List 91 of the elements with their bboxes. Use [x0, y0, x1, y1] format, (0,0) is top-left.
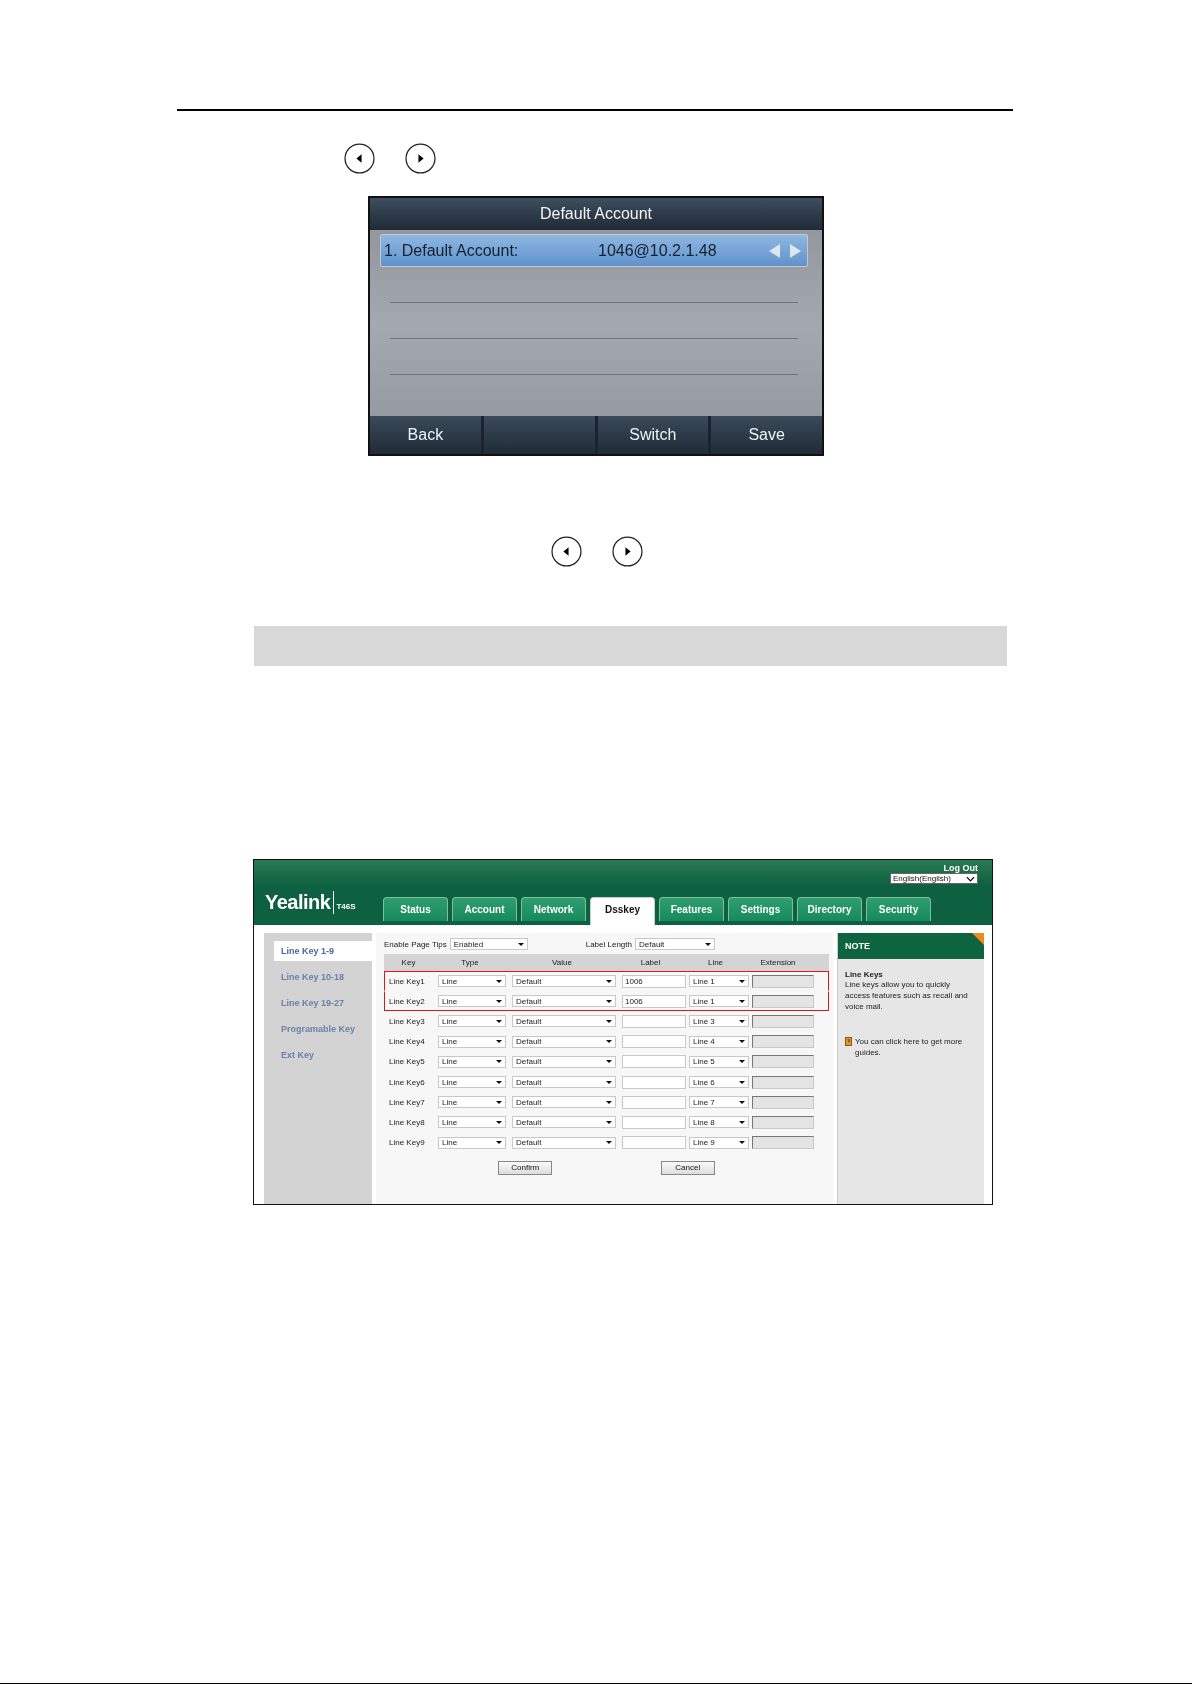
value-select[interactable]: Default — [512, 1116, 616, 1129]
extension-field[interactable] — [752, 1055, 814, 1069]
note-heading: Line Keys — [844, 969, 884, 979]
table-cell-text: Line Key7 — [388, 1097, 426, 1107]
page-tips-select[interactable]: Enabled — [449, 938, 528, 950]
line-select[interactable]: Line 7 — [689, 1096, 749, 1109]
type-select[interactable]: Line — [438, 1035, 506, 1048]
label-field[interactable] — [622, 1115, 686, 1129]
type-select[interactable]: Line — [438, 975, 506, 988]
column-header: Line — [706, 958, 725, 967]
extension-field[interactable] — [752, 974, 814, 988]
nav-tab[interactable]: Security — [866, 897, 931, 921]
softkey[interactable]: Back — [370, 416, 481, 454]
extension-field[interactable] — [752, 1136, 814, 1150]
label-field[interactable]: 1006 — [622, 994, 686, 1008]
line-select[interactable]: Line 6 — [689, 1076, 749, 1089]
note-text: Line keys allow you to quickly access features such as recall and voice mail. — [844, 979, 969, 1012]
nav-tab[interactable]: Status — [383, 897, 448, 921]
label-field[interactable] — [622, 1035, 686, 1049]
extension-field[interactable] — [752, 1014, 814, 1028]
table-cell-text: Line Key8 — [388, 1117, 426, 1127]
nav-tab[interactable]: Directory — [797, 897, 862, 921]
label-field[interactable] — [622, 1075, 686, 1089]
line-select[interactable]: Line 9 — [689, 1136, 749, 1149]
logo: Yealink — [265, 891, 335, 914]
extension-field[interactable] — [752, 1075, 814, 1089]
field-label: Enable Page Tips — [384, 939, 447, 949]
form-button[interactable]: Confirm — [498, 1160, 553, 1175]
type-select[interactable]: Line — [438, 1096, 506, 1109]
label-length-select[interactable]: Default — [635, 938, 715, 950]
note-title: NOTE — [845, 941, 870, 951]
table-cell-text: Line Key4 — [388, 1037, 426, 1047]
table-cell-text: Line Key5 — [388, 1057, 426, 1067]
screen-title: Default Account — [370, 198, 822, 230]
logout-link[interactable]: Log Out — [943, 863, 978, 873]
value-select[interactable]: Default — [512, 1015, 616, 1028]
column-header: Key — [400, 958, 417, 967]
softkey[interactable]: Save — [711, 416, 822, 454]
form-button[interactable]: Cancel — [660, 1160, 715, 1175]
guide-link[interactable]: You can click here to get more guides. — [855, 1036, 975, 1058]
nav-tab[interactable]: Settings — [728, 897, 793, 921]
value-select[interactable]: Default — [512, 1096, 616, 1109]
extension-field[interactable] — [752, 1035, 814, 1049]
line-select[interactable]: Line 5 — [689, 1055, 749, 1068]
chevron-icon — [966, 875, 975, 882]
sidebar-item[interactable]: Line Key 1-9 — [274, 941, 372, 961]
value-select[interactable]: Default — [512, 1055, 616, 1068]
extension-field[interactable] — [752, 1095, 814, 1109]
value-select[interactable]: Default — [512, 1076, 616, 1089]
value-select[interactable]: Default — [512, 1136, 616, 1149]
line-select[interactable]: Line 1 — [689, 975, 749, 988]
nav-tab[interactable]: Features — [659, 897, 724, 921]
table-cell-text: Line Key9 — [388, 1138, 426, 1148]
label-field[interactable]: 1006 — [622, 974, 686, 988]
value-select[interactable]: Default — [512, 1035, 616, 1048]
line-select[interactable]: Line 8 — [689, 1116, 749, 1129]
column-header: Extension — [759, 958, 797, 967]
model-label: T46S — [336, 902, 356, 911]
corner-fold-icon — [972, 933, 984, 945]
column-header: Label — [639, 958, 662, 967]
field-label: Label Length — [585, 939, 632, 949]
nav-tab[interactable]: Dsskey — [590, 897, 655, 925]
line-select[interactable]: Line 4 — [689, 1035, 749, 1048]
type-select[interactable]: Line — [438, 1076, 506, 1089]
nav-tab[interactable]: Network — [521, 897, 586, 921]
language-select[interactable]: English(English) — [890, 873, 978, 884]
line-select[interactable]: Line 1 — [689, 995, 749, 1008]
label-field[interactable] — [622, 1014, 686, 1028]
column-header: Value — [551, 958, 573, 967]
type-select[interactable]: Line — [438, 1136, 506, 1149]
label-field[interactable] — [622, 1055, 686, 1069]
extension-field[interactable] — [752, 1115, 814, 1129]
type-select[interactable]: Line — [438, 995, 506, 1008]
line-select[interactable]: Line 3 — [689, 1015, 749, 1028]
help-book-icon — [845, 1037, 852, 1046]
label-field[interactable] — [622, 1136, 686, 1150]
table-cell-text: Line Key3 — [388, 1016, 426, 1026]
softkey[interactable]: Switch — [597, 416, 709, 454]
table-cell-text: Line Key1 — [388, 976, 426, 986]
extension-field[interactable] — [752, 994, 814, 1008]
value-select[interactable]: Default — [512, 995, 616, 1008]
label-field[interactable] — [622, 1095, 686, 1109]
type-select[interactable]: Line — [438, 1055, 506, 1068]
type-select[interactable]: Line — [438, 1116, 506, 1129]
table-cell-text: Line Key6 — [388, 1077, 426, 1087]
type-select[interactable]: Line — [438, 1015, 506, 1028]
column-header: Type — [460, 958, 480, 967]
nav-tab[interactable]: Account — [452, 897, 517, 921]
value-select[interactable]: Default — [512, 975, 616, 988]
account-row[interactable]: 1. Default Account: 1046@10.2.1.48 — [380, 234, 808, 267]
table-cell-text: Line Key2 — [388, 996, 426, 1006]
